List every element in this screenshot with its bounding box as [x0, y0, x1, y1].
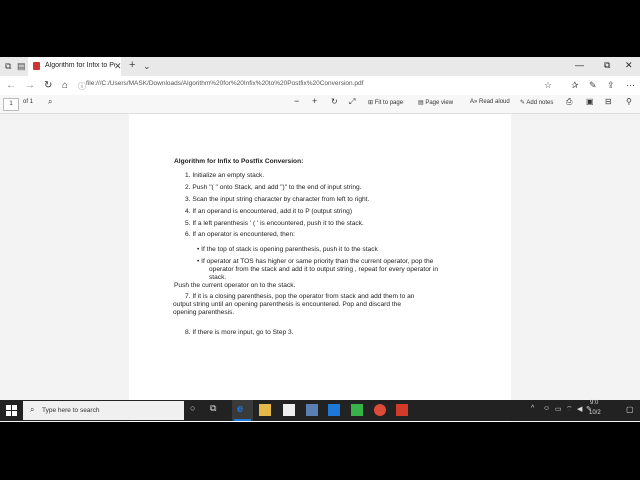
- address-bar-row: ← → ↻ ⌂ ⓘ file:///C:/Users/MASK/Download…: [0, 76, 640, 96]
- search-icon: ⌕: [30, 405, 35, 414]
- zoom-in-icon[interactable]: +: [312, 96, 317, 106]
- restore-button[interactable]: ⧉: [604, 60, 610, 71]
- volume-icon[interactable]: ◀: [577, 405, 582, 413]
- page-number-input[interactable]: 1: [3, 98, 19, 111]
- battery-icon[interactable]: ▭: [555, 405, 562, 413]
- back-icon[interactable]: ←: [6, 80, 16, 91]
- doc-title: Algorithm for Infix to Postfix Conversio…: [174, 158, 304, 165]
- tab-algorithm-pdf[interactable]: Algorithm for Infix to Po: [28, 57, 121, 76]
- save-icon[interactable]: ▣: [586, 97, 594, 106]
- windows-start-icon[interactable]: [6, 405, 17, 416]
- pin-icon[interactable]: ⚲: [626, 97, 632, 106]
- bullet-2-line-2: operator from the stack and add it to ou…: [209, 266, 439, 273]
- step-1: 1. Initialize an empty stack.: [185, 172, 265, 179]
- favorite-star-icon[interactable]: ☆: [544, 80, 552, 91]
- page-view-button[interactable]: ▤ Page view: [418, 99, 453, 106]
- action-center-icon[interactable]: ▢: [626, 405, 634, 414]
- add-notes-button[interactable]: ✎ Add notes: [520, 99, 553, 106]
- clock-time[interactable]: 9:0: [590, 400, 598, 406]
- active-app-indicator: [234, 419, 251, 421]
- print-icon[interactable]: ⎙: [566, 97, 572, 107]
- app-icon[interactable]: [306, 404, 318, 416]
- pdf-viewer[interactable]: Algorithm for Infix to Postfix Conversio…: [0, 114, 640, 422]
- step-7-line-3: opening parenthesis.: [173, 309, 235, 316]
- screen: ⧉ ▤ Algorithm for Infix to Po ✕ + ⌄ — ⧉ …: [0, 57, 640, 422]
- zoom-out-icon[interactable]: −: [294, 96, 299, 106]
- save-as-icon[interactable]: ⊟: [605, 97, 612, 106]
- step-2: 2. Push "( " onto Stack, and add ")" to …: [185, 184, 362, 191]
- edge-icon: e: [237, 403, 244, 415]
- close-tab-icon[interactable]: ✕: [114, 61, 122, 72]
- recorder-icon[interactable]: [396, 404, 408, 416]
- store-icon[interactable]: [283, 404, 295, 416]
- network-icon[interactable]: ⌔: [566, 405, 573, 414]
- rotate-icon[interactable]: ↻: [331, 97, 338, 106]
- taskbar-edge-app[interactable]: e: [232, 400, 253, 421]
- page-total: of 1: [23, 99, 34, 105]
- tab-list-chevron-icon[interactable]: ⌄: [143, 61, 151, 72]
- people-icon[interactable]: ☺: [543, 405, 550, 412]
- fullscreen-icon[interactable]: ⤢: [349, 97, 355, 107]
- read-aloud-button[interactable]: A» Read aloud: [470, 99, 510, 105]
- home-icon[interactable]: ⌂: [62, 80, 68, 91]
- chrome-icon[interactable]: [374, 404, 386, 416]
- favorites-icon[interactable]: ✰: [571, 80, 579, 91]
- task-view-icon[interactable]: ⧉: [210, 403, 216, 414]
- new-tab-icon[interactable]: +: [129, 59, 135, 71]
- clock-date[interactable]: 10/2: [589, 410, 601, 416]
- fit-to-page-button[interactable]: ⊞ Fit to page: [368, 99, 403, 106]
- forward-icon[interactable]: →: [25, 80, 35, 91]
- cortana-icon[interactable]: ○: [190, 403, 195, 413]
- search-icon[interactable]: ⌕: [48, 97, 52, 107]
- step-7-line-1: 7. If it is a closing parenthesis, pop t…: [185, 293, 415, 300]
- step-5: 5. If a left parenthesis ' ( ' is encoun…: [185, 220, 364, 227]
- step-3: 3. Scan the input string character by ch…: [185, 196, 370, 203]
- add-notes-label: Add notes: [526, 100, 554, 106]
- pdf-toolbar: 1 of 1 ⌕ − + ↻ ⤢ ⊞ Fit to page ▤ Page vi…: [0, 95, 640, 114]
- set-aside-tabs-icon[interactable]: ⧉: [5, 61, 11, 72]
- windows-taskbar: ⌕ Type here to search ○ ⧉ e ^ ☺ ▭ ⌔ ◀ ✎ …: [0, 400, 640, 421]
- web-note-icon[interactable]: ✎: [589, 80, 597, 91]
- tab-title: Algorithm for Infix to Po: [45, 62, 115, 69]
- info-icon[interactable]: ⓘ: [78, 81, 86, 92]
- browser-tab-bar: ⧉ ▤ Algorithm for Infix to Po ✕ + ⌄ — ⧉ …: [0, 57, 640, 76]
- step-4: 4. If an operand is encountered, add it …: [185, 208, 353, 215]
- pdf-favicon-icon: [33, 62, 40, 70]
- more-icon[interactable]: ⋯: [626, 80, 635, 91]
- tab-preview-icon[interactable]: ▤: [17, 61, 26, 72]
- refresh-icon[interactable]: ↻: [44, 80, 52, 91]
- fit-to-page-label: Fit to page: [374, 100, 404, 106]
- file-explorer-icon[interactable]: [259, 404, 271, 416]
- page-view-label: Page view: [425, 100, 454, 106]
- bullet-1: • If the top of stack is opening parenth…: [197, 246, 378, 253]
- step-6: 6. If an operator is encountered, then:: [185, 231, 295, 238]
- step-7-line-2: output string until an opening parenthes…: [173, 301, 402, 308]
- url-field[interactable]: file:///C:/Users/MASK/Downloads/Algorith…: [86, 80, 526, 87]
- taskbar-search-box[interactable]: ⌕ Type here to search: [23, 401, 184, 420]
- step-8: 8. If there is more input, go to Step 3.: [185, 329, 294, 336]
- minimize-button[interactable]: —: [575, 60, 584, 70]
- tray-chevron-icon[interactable]: ^: [531, 405, 534, 412]
- bullet-2-line-3: stack.: [209, 274, 227, 281]
- camtasia-icon[interactable]: [351, 404, 363, 416]
- read-aloud-label: Read aloud: [479, 99, 510, 105]
- pdf-page: Algorithm for Infix to Postfix Conversio…: [129, 114, 511, 422]
- share-icon[interactable]: ⇪: [607, 80, 615, 91]
- bullet-2-line-1: • If operator at TOS has higher or same …: [197, 258, 434, 265]
- close-window-button[interactable]: ✕: [625, 60, 633, 71]
- search-placeholder: Type here to search: [42, 407, 100, 414]
- mail-icon[interactable]: [328, 404, 340, 416]
- push-current-operator: Push the current operator on to the stac…: [174, 282, 296, 289]
